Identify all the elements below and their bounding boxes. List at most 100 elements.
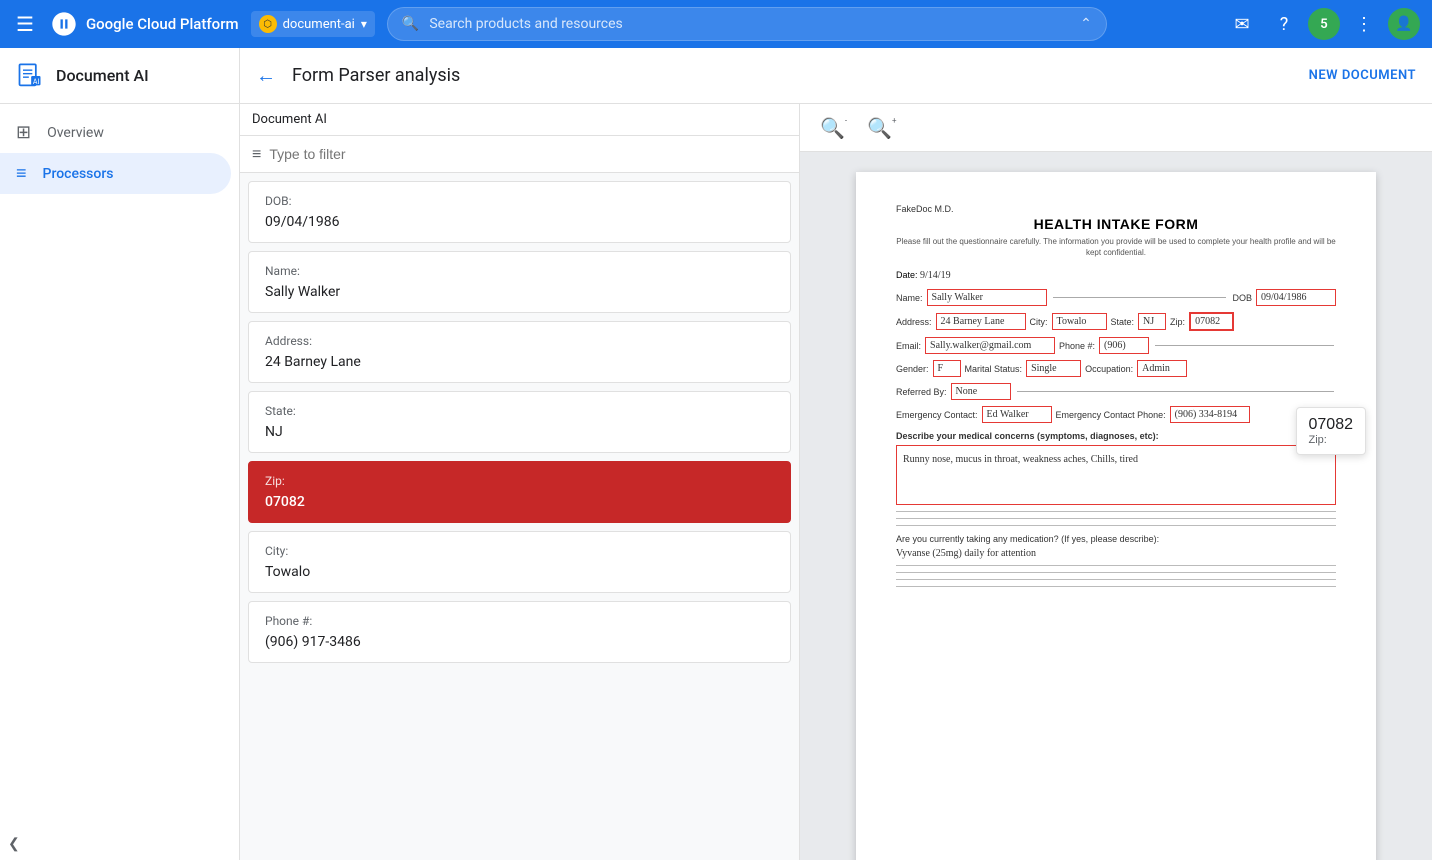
- doc-medical-section: Describe your medical concerns (symptoms…: [896, 431, 1336, 505]
- doc-referred-row: Referred By: None: [896, 383, 1336, 400]
- project-name: document-ai: [283, 17, 355, 32]
- field-label-phone: Phone #:: [265, 614, 774, 628]
- doc-medication-value: Vyvanse (25mg) daily for attention: [896, 548, 1336, 559]
- tooltip-value: 07082: [1309, 416, 1354, 434]
- sidebar-item-overview[interactable]: ⊞ Overview: [0, 112, 231, 153]
- doc-dob-label: DOB: [1232, 293, 1252, 303]
- zoom-out-button[interactable]: 🔍-: [816, 112, 851, 144]
- doc-phone-value: (906): [1099, 337, 1149, 354]
- doc-state-value: NJ: [1138, 313, 1166, 330]
- field-card-zip[interactable]: Zip: 07082: [248, 461, 791, 523]
- doc-city-value: Towalo: [1052, 313, 1107, 330]
- document-ai-logo-icon: AI: [16, 62, 44, 90]
- notifications-icon[interactable]: ✉: [1224, 6, 1260, 42]
- gcp-logo-icon: [50, 10, 78, 38]
- doc-marital-value: Single: [1026, 360, 1081, 377]
- doc-name-line: [1053, 297, 1227, 298]
- tooltip-label: Zip:: [1309, 434, 1354, 446]
- filter-input[interactable]: [269, 146, 787, 162]
- expand-search-icon[interactable]: ⌃: [1080, 16, 1092, 32]
- doc-emergency-phone-value: (906) 334-8194: [1170, 406, 1250, 423]
- field-card-phone[interactable]: Phone #: (906) 917-3486: [248, 601, 791, 663]
- field-value-address: 24 Barney Lane: [265, 354, 774, 370]
- sidebar-item-processors[interactable]: ≡ Processors: [0, 153, 231, 194]
- doc-city-label: City:: [1030, 317, 1048, 327]
- doc-zip-label: Zip:: [1170, 317, 1185, 327]
- sidebar: AI Document AI ⊞ Overview ≡ Processors: [0, 48, 240, 860]
- avatar[interactable]: 👤: [1388, 8, 1420, 40]
- form-fields-list: DOB: 09/04/1986 Name: Sally Walker Addre…: [240, 173, 799, 860]
- doc-marital-label: Marital Status:: [965, 364, 1023, 374]
- doc-medical-label: Describe your medical concerns (symptoms…: [896, 431, 1336, 441]
- hamburger-icon[interactable]: ☰: [12, 8, 38, 40]
- doc-emergency-value: Ed Walker: [982, 406, 1052, 423]
- doc-date-value: 9/14/19: [920, 270, 951, 281]
- search-icon: 🔍: [402, 16, 419, 32]
- doc-subtitle: Please fill out the questionnaire carefu…: [896, 236, 1336, 258]
- doc-state-label: State:: [1111, 317, 1135, 327]
- doc-name-dob-row: Name: Sally Walker DOB 09/04/1986: [896, 289, 1336, 306]
- field-card-city[interactable]: City: Towalo: [248, 531, 791, 593]
- doc-emergency-row: Emergency Contact: Ed Walker Emergency C…: [896, 406, 1336, 423]
- sidebar-item-label: Overview: [47, 125, 104, 141]
- sidebar-nav: ⊞ Overview ≡ Processors: [0, 104, 239, 202]
- app-name: Google Cloud Platform: [86, 15, 239, 33]
- doc-address-row: Address: 24 Barney Lane City: Towalo Sta…: [896, 312, 1336, 331]
- app-body: AI Document AI ⊞ Overview ≡ Processors ←…: [0, 48, 1432, 860]
- main-content: ← Form Parser analysis NEW DOCUMENT Docu…: [240, 48, 1432, 860]
- new-document-button[interactable]: NEW DOCUMENT: [1309, 68, 1416, 83]
- more-options-icon[interactable]: ⋮: [1346, 6, 1382, 42]
- doc-date-label: Date:: [896, 270, 918, 280]
- doc-occupation-label: Occupation:: [1085, 364, 1133, 374]
- field-card-dob[interactable]: DOB: 09/04/1986: [248, 181, 791, 243]
- app-logo: Google Cloud Platform: [50, 10, 239, 38]
- doc-phone-label: Phone #:: [1059, 341, 1095, 351]
- sidebar-title: Document AI: [56, 66, 149, 85]
- project-icon: ⬡: [259, 15, 277, 33]
- doc-medication-section: Are you currently taking any medication?…: [896, 534, 1336, 587]
- doc-occupation-value: Admin: [1137, 360, 1187, 377]
- doc-viewport[interactable]: FakeDoc M.D. HEALTH INTAKE FORM Please f…: [800, 152, 1432, 860]
- doc-emergency-label: Emergency Contact:: [896, 410, 978, 420]
- field-value-name: Sally Walker: [265, 284, 774, 300]
- doc-medication-label: Are you currently taking any medication?…: [896, 534, 1336, 544]
- field-card-name[interactable]: Name: Sally Walker: [248, 251, 791, 313]
- doc-gender-row: Gender: F Marital Status: Single Occupat…: [896, 360, 1336, 377]
- search-placeholder: Search products and resources: [429, 16, 1070, 32]
- project-selector[interactable]: ⬡ document-ai ▾: [251, 11, 375, 37]
- field-label-name: Name:: [265, 264, 774, 278]
- field-card-address[interactable]: Address: 24 Barney Lane: [248, 321, 791, 383]
- doc-referred-label: Referred By:: [896, 387, 947, 397]
- field-value-zip: 07082: [265, 494, 774, 510]
- zip-tooltip: 07082 Zip:: [1296, 407, 1367, 455]
- sidebar-item-label: Processors: [43, 166, 114, 182]
- search-bar[interactable]: 🔍 Search products and resources ⌃: [387, 7, 1107, 41]
- field-value-state: NJ: [265, 424, 774, 440]
- document-panel: 🔍- 🔍+ FakeDoc M.D. HEALTH INTAKE FORM Pl…: [800, 104, 1432, 860]
- doc-email-label: Email:: [896, 341, 921, 351]
- form-panel-header: Document AI: [240, 104, 799, 136]
- doc-referred-value: None: [951, 383, 1011, 400]
- filter-icon: ≡: [252, 144, 261, 164]
- doc-date-line: Date: 9/14/19: [896, 270, 1336, 281]
- doc-phone-line: [1155, 345, 1334, 346]
- help-icon[interactable]: ?: [1266, 6, 1302, 42]
- doc-toolbar: 🔍- 🔍+: [800, 104, 1432, 152]
- doc-address-value: 24 Barney Lane: [936, 313, 1026, 330]
- doc-gender-value: F: [933, 360, 961, 377]
- svg-text:AI: AI: [33, 78, 40, 86]
- form-panel: Document AI ≡ DOB: 09/04/1986 Name: Sall…: [240, 104, 800, 860]
- document-page: FakeDoc M.D. HEALTH INTAKE FORM Please f…: [856, 172, 1376, 860]
- user-badge[interactable]: 5: [1308, 8, 1340, 40]
- chevron-down-icon: ▾: [361, 17, 367, 31]
- field-value-phone: (906) 917-3486: [265, 634, 774, 650]
- field-label-state: State:: [265, 404, 774, 418]
- field-card-state[interactable]: State: NJ: [248, 391, 791, 453]
- doc-clinic: FakeDoc M.D.: [896, 204, 1336, 214]
- back-button[interactable]: ←: [256, 63, 276, 88]
- field-label-zip: Zip:: [265, 474, 774, 488]
- doc-form-title: HEALTH INTAKE FORM: [896, 216, 1336, 232]
- field-value-dob: 09/04/1986: [265, 214, 774, 230]
- overview-icon: ⊞: [16, 122, 31, 143]
- zoom-in-button[interactable]: 🔍+: [863, 112, 900, 144]
